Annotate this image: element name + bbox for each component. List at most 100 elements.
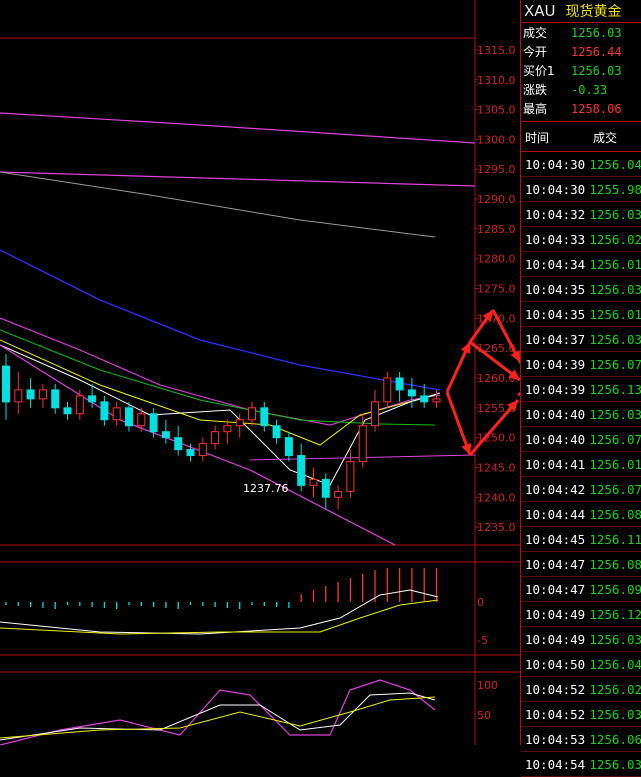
- candle-body: [284, 437, 293, 457]
- tick-time: 10:04:54: [525, 756, 586, 772]
- quote-panel: XAU 现货黄金 成交 1256.03 今开 1256.44 买价1 1256.03 涨跌 -…: [520, 0, 641, 777]
- symbol-code: XAU: [524, 2, 556, 20]
- tick-time: 10:04:40: [525, 431, 586, 447]
- tick-price: 1256.03: [589, 281, 641, 297]
- annotation-arrows: [445, 309, 520, 456]
- candle-body: [358, 425, 367, 462]
- candle-body: [137, 413, 146, 427]
- time-column-header: 时间: [525, 130, 550, 145]
- chart-panel[interactable]: 1315.0 1310.0 1305.0 1300.0 1295.0 1290.0 1285…: [0, 0, 520, 745]
- tick-price: 1256.11: [589, 531, 641, 547]
- tick-row: 10:04:32 1256.03: [521, 202, 641, 227]
- tick-time: 10:04:42: [525, 481, 586, 497]
- tick-row: 10:04:41 1256.01: [521, 452, 641, 477]
- tick-price: 1256.07: [589, 431, 641, 447]
- price-tick-label: 1315.0: [477, 44, 516, 57]
- tick-price: 1256.02: [589, 231, 641, 247]
- candle-body: [260, 407, 269, 427]
- quote-row: 最高 1258.06: [521, 99, 641, 118]
- candle-body: [395, 377, 404, 391]
- price-tick-label: 1310.0: [477, 74, 516, 87]
- tick-price: 1256.01: [589, 256, 641, 272]
- quote-value: 1258.06: [571, 101, 622, 116]
- tick-price: 1256.07: [589, 356, 641, 372]
- candle-body: [14, 389, 23, 403]
- candle-body: [235, 419, 244, 427]
- tick-price: 1256.03: [589, 706, 641, 722]
- tick-price: 1256.12: [589, 606, 641, 622]
- tick-row: 10:04:40 1256.03: [521, 402, 641, 427]
- candle-body: [161, 431, 170, 439]
- candle-body: [38, 389, 47, 400]
- tick-row: 10:04:45 1256.11: [521, 527, 641, 552]
- tick-time: 10:04:53: [525, 731, 586, 747]
- tick-time: 10:04:44: [525, 506, 586, 522]
- tick-price: 1256.09: [589, 581, 641, 597]
- tick-row: 10:04:40 1256.07: [521, 427, 641, 452]
- candle-body: [309, 478, 318, 486]
- tick-row: 10:04:44 1256.08: [521, 502, 641, 527]
- quote-summary: 成交 1256.03 今开 1256.44 买价1 1256.03 涨跌 -0.33 最高 125…: [521, 23, 641, 118]
- low-price-marker: 1237.76: [243, 482, 289, 495]
- candle-body: [125, 407, 133, 427]
- tick-time: 10:04:30: [525, 156, 586, 172]
- price-tick-label: 1235.0: [477, 521, 516, 534]
- quote-label: 买价1: [523, 64, 555, 78]
- macd-tick-label: 0: [477, 596, 484, 609]
- kdj-panel: [0, 679, 436, 745]
- tick-table: 10:04:30 1256.04 10:04:30 1255.98 10:04:32 12…: [521, 152, 641, 777]
- candle-body: [2, 365, 10, 403]
- price-tick-label: 1295.0: [477, 163, 516, 176]
- candle-body: [149, 413, 158, 433]
- tick-time: 10:04:52: [525, 706, 586, 722]
- tick-price: 1256.06: [589, 731, 641, 747]
- tick-price: 1256.04: [589, 656, 641, 672]
- price-tick-label: 1285.0: [477, 223, 516, 236]
- tick-time: 10:04:35: [525, 281, 586, 297]
- tick-row: 10:04:54 1256.03: [521, 752, 641, 777]
- price-tick-label: 1240.0: [477, 491, 516, 504]
- tick-time: 10:04:50: [525, 656, 586, 672]
- tick-time: 10:04:47: [525, 556, 586, 572]
- tick-time: 10:04:37: [525, 331, 586, 347]
- price-tick-label: 1300.0: [477, 133, 516, 146]
- candle-body: [88, 395, 97, 403]
- price-tick-label: 1275.0: [477, 283, 516, 296]
- quote-row: 涨跌 -0.33: [521, 80, 641, 99]
- candle-body: [211, 431, 220, 445]
- tick-time: 10:04:30: [525, 181, 586, 197]
- tick-price: 1255.98: [589, 181, 641, 197]
- candle-body: [186, 449, 195, 457]
- macd-tick-label: -5: [477, 634, 488, 647]
- tick-time: 10:04:45: [525, 531, 586, 547]
- tick-price: 1256.03: [589, 406, 641, 422]
- tick-row: 10:04:49 1256.12: [521, 602, 641, 627]
- candle-body: [420, 395, 429, 403]
- candle-body: [407, 389, 416, 397]
- candle-body: [51, 389, 60, 409]
- kdj-tick-label: 50: [477, 709, 491, 722]
- tick-price: 1256.04: [589, 156, 641, 172]
- candle-body: [297, 455, 306, 486]
- tick-price: 1256.07: [589, 481, 641, 497]
- tick-time: 10:04:49: [525, 631, 586, 647]
- tick-row: 10:04:34 1256.01: [521, 252, 641, 277]
- tick-row: 10:04:52 1256.03: [521, 702, 641, 727]
- macd-panel: [0, 568, 439, 635]
- tick-row: 10:04:39 1256.13: [521, 377, 641, 402]
- tick-row: 10:04:52 1256.02: [521, 677, 641, 702]
- candle-body: [272, 425, 281, 439]
- candle-body: [100, 401, 109, 421]
- symbol-name: 现货黄金: [565, 4, 622, 20]
- candle-body: [334, 490, 343, 498]
- tick-price: 1256.02: [589, 681, 641, 697]
- candle-body: [174, 437, 183, 451]
- tick-time: 10:04:41: [525, 456, 586, 472]
- tick-price: 1256.13: [589, 381, 641, 397]
- candle-body: [321, 478, 330, 498]
- tick-time: 10:04:32: [525, 206, 586, 222]
- candle-body: [198, 443, 207, 457]
- price-tick-label: 1245.0: [477, 461, 516, 474]
- tick-row: 10:04:30 1255.98: [521, 177, 641, 202]
- tick-time: 10:04:52: [525, 681, 586, 697]
